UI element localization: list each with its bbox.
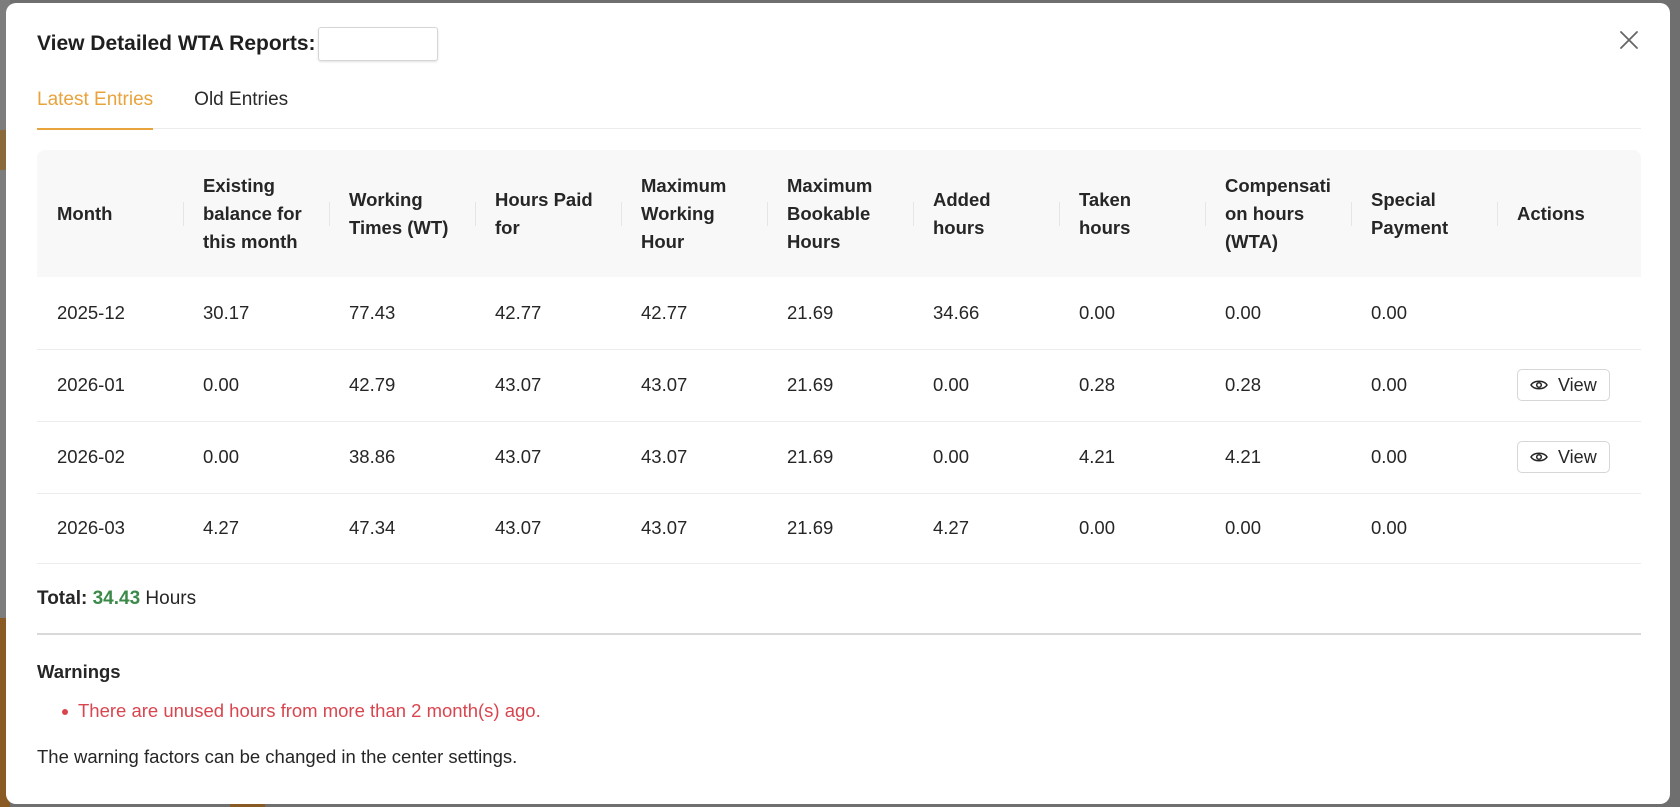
cell-working-times: 47.34 <box>329 493 475 564</box>
header-actions: Actions <box>1497 150 1641 277</box>
entries-tabs: Latest Entries Old Entries <box>37 83 1641 130</box>
view-button-label: View <box>1558 446 1597 467</box>
header-max-bookable: Maximum Bookable Hours <box>767 150 913 277</box>
cell-month: 2026-01 <box>37 349 183 422</box>
cell-special-payment: 0.00 <box>1351 493 1497 564</box>
warning-item: There are unused hours from more than 2 … <box>62 700 541 722</box>
table-row: 2026-03 4.27 47.34 43.07 43.07 21.69 4.2… <box>37 493 1641 564</box>
wta-report-modal: View Detailed WTA Reports: Latest Entrie… <box>6 3 1670 804</box>
view-button[interactable]: View <box>1517 441 1610 473</box>
cell-month: 2026-02 <box>37 421 183 494</box>
cell-existing-balance: 0.00 <box>183 421 329 494</box>
cell-existing-balance: 30.17 <box>183 277 329 350</box>
cell-max-working: 43.07 <box>621 421 767 494</box>
cell-compensation-hours: 0.00 <box>1205 493 1351 564</box>
cell-compensation-hours: 4.21 <box>1205 421 1351 494</box>
cell-compensation-hours: 0.28 <box>1205 349 1351 422</box>
header-hours-paid: Hours Paid for <box>475 150 621 277</box>
view-button[interactable]: View <box>1517 369 1610 401</box>
cell-month: 2025-12 <box>37 277 183 350</box>
cell-max-working: 43.07 <box>621 493 767 564</box>
cell-compensation-hours: 0.00 <box>1205 277 1351 350</box>
cell-actions <box>1497 277 1641 350</box>
total-label: Total: <box>37 588 88 609</box>
cell-working-times: 38.86 <box>329 421 475 494</box>
cell-hours-paid: 43.07 <box>475 421 621 494</box>
warnings-title: Warnings <box>37 661 121 682</box>
cell-special-payment: 0.00 <box>1351 349 1497 422</box>
report-select-input[interactable] <box>317 27 438 61</box>
cell-max-working: 42.77 <box>621 277 767 350</box>
cell-taken-hours: 0.28 <box>1059 349 1205 422</box>
cell-added-hours: 0.00 <box>913 421 1059 494</box>
modal-header: View Detailed WTA Reports: <box>37 27 438 61</box>
cell-taken-hours: 0.00 <box>1059 493 1205 564</box>
cell-actions: View <box>1497 349 1641 422</box>
eye-icon <box>1530 380 1548 390</box>
section-divider <box>37 633 1641 635</box>
table-header-row: Month Existing balance for this month Wo… <box>37 150 1641 277</box>
cell-added-hours: 4.27 <box>913 493 1059 564</box>
header-compensation-hours: Compensati on hours (WTA) <box>1205 150 1351 277</box>
table-row: 2025-12 30.17 77.43 42.77 42.77 21.69 34… <box>37 277 1641 350</box>
cell-working-times: 42.79 <box>329 349 475 422</box>
tab-old-entries[interactable]: Old Entries <box>194 83 288 129</box>
header-added-hours: Added hours <box>913 150 1059 277</box>
close-icon <box>1620 31 1638 49</box>
warning-list: There are unused hours from more than 2 … <box>62 700 541 722</box>
cell-actions <box>1497 493 1641 564</box>
close-button[interactable] <box>1618 29 1640 51</box>
cell-working-times: 77.43 <box>329 277 475 350</box>
header-working-times: Working Times (WT) <box>329 150 475 277</box>
warnings-note: The warning factors can be changed in th… <box>37 746 518 767</box>
cell-special-payment: 0.00 <box>1351 421 1497 494</box>
header-special-payment: Special Payment <box>1351 150 1497 277</box>
tab-latest-entries[interactable]: Latest Entries <box>37 83 154 130</box>
table-row: 2026-02 0.00 38.86 43.07 43.07 21.69 0.0… <box>37 421 1641 494</box>
total-value: 34.43 <box>92 588 141 609</box>
cell-taken-hours: 0.00 <box>1059 277 1205 350</box>
cell-max-bookable: 21.69 <box>767 493 913 564</box>
eye-icon <box>1530 452 1548 462</box>
cell-actions: View <box>1497 421 1641 494</box>
modal-title: View Detailed WTA Reports: <box>37 32 316 55</box>
cell-max-bookable: 21.69 <box>767 421 913 494</box>
header-max-working: Maximum Working Hour <box>621 150 767 277</box>
cell-month: 2026-03 <box>37 493 183 564</box>
cell-max-working: 43.07 <box>621 349 767 422</box>
cell-existing-balance: 4.27 <box>183 493 329 564</box>
cell-added-hours: 34.66 <box>913 277 1059 350</box>
total-unit: Hours <box>145 588 197 609</box>
wta-table-container: Month Existing balance for this month Wo… <box>37 150 1641 564</box>
table-row: 2026-01 0.00 42.79 43.07 43.07 21.69 0.0… <box>37 349 1641 422</box>
total-summary: Total: 34.43 Hours <box>37 588 196 610</box>
header-existing-balance: Existing balance for this month <box>183 150 329 277</box>
cell-max-bookable: 21.69 <box>767 277 913 350</box>
cell-hours-paid: 42.77 <box>475 277 621 350</box>
cell-added-hours: 0.00 <box>913 349 1059 422</box>
wta-table: Month Existing balance for this month Wo… <box>37 150 1641 564</box>
cell-special-payment: 0.00 <box>1351 277 1497 350</box>
cell-taken-hours: 4.21 <box>1059 421 1205 494</box>
cell-max-bookable: 21.69 <box>767 349 913 422</box>
cell-existing-balance: 0.00 <box>183 349 329 422</box>
view-button-label: View <box>1558 374 1597 395</box>
header-month: Month <box>57 202 113 224</box>
header-taken-hours: Taken hours <box>1059 150 1205 277</box>
cell-hours-paid: 43.07 <box>475 493 621 564</box>
cell-hours-paid: 43.07 <box>475 349 621 422</box>
